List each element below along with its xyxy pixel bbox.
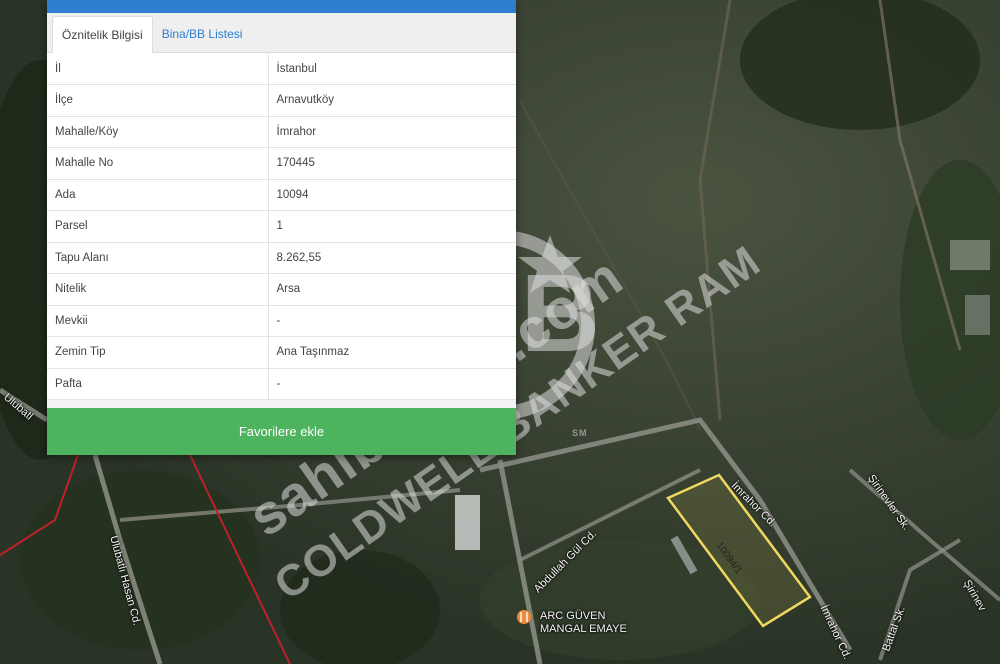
attribute-table: İl İstanbul İlçe Arnavutköy Mahalle/Köy İmrah… — [47, 53, 516, 400]
table-row: İlçe Arnavutköy — [47, 84, 516, 117]
attribute-value: - — [268, 368, 516, 400]
watermark-sm: SM — [572, 428, 588, 438]
attribute-key: Mahalle No — [47, 147, 269, 180]
attribute-key: Parsel — [47, 210, 269, 243]
attribute-key: Mahalle/Köy — [47, 116, 269, 148]
attribute-key: Zemin Tip — [47, 336, 269, 369]
panel-header-bar — [47, 0, 516, 13]
table-row: Parsel 1 — [47, 210, 516, 243]
attribute-value: İstanbul — [268, 53, 516, 85]
attribute-key: Tapu Alanı — [47, 242, 269, 274]
attribute-panel: Öznitelik Bilgisi Bina/BB Listesi İl İsta… — [47, 0, 516, 455]
table-row: Mahalle/Köy İmrahor — [47, 116, 516, 148]
attribute-value: 8.262,55 — [268, 242, 516, 274]
table-row: Ada 10094 — [47, 179, 516, 211]
attribute-key: Nitelik — [47, 273, 269, 306]
panel-tabs: Öznitelik Bilgisi Bina/BB Listesi — [47, 13, 516, 53]
poi-label: ARC GÜVEN MANGAL EMAYE — [540, 610, 627, 635]
attribute-key: İlçe — [47, 84, 269, 117]
attribute-key: Mevkii — [47, 305, 269, 337]
attribute-value: - — [268, 305, 516, 337]
add-to-favorites-button[interactable]: Favorilere ekle — [47, 408, 516, 455]
attribute-value: Arnavutköy — [268, 84, 516, 117]
attribute-value: 1 — [268, 210, 516, 243]
table-row: Mevkii - — [47, 305, 516, 337]
attribute-key: Ada — [47, 179, 269, 211]
tab-building-list[interactable]: Bina/BB Listesi — [153, 16, 252, 52]
table-row: Zemin Tip Ana Taşınmaz — [47, 336, 516, 369]
attribute-key: İl — [47, 53, 269, 85]
attribute-value: İmrahor — [268, 116, 516, 148]
attribute-key: Pafta — [47, 368, 269, 400]
attribute-value: 170445 — [268, 147, 516, 180]
tab-attribute-info[interactable]: Öznitelik Bilgisi — [52, 16, 153, 53]
attribute-value: Ana Taşınmaz — [268, 336, 516, 369]
table-row: Pafta - — [47, 368, 516, 400]
table-row: İl İstanbul — [47, 53, 516, 85]
table-row: Mahalle No 170445 — [47, 147, 516, 180]
attribute-value: Arsa — [268, 273, 516, 306]
table-row: Nitelik Arsa — [47, 273, 516, 306]
table-row: Tapu Alanı 8.262,55 — [47, 242, 516, 274]
attribute-value: 10094 — [268, 179, 516, 211]
